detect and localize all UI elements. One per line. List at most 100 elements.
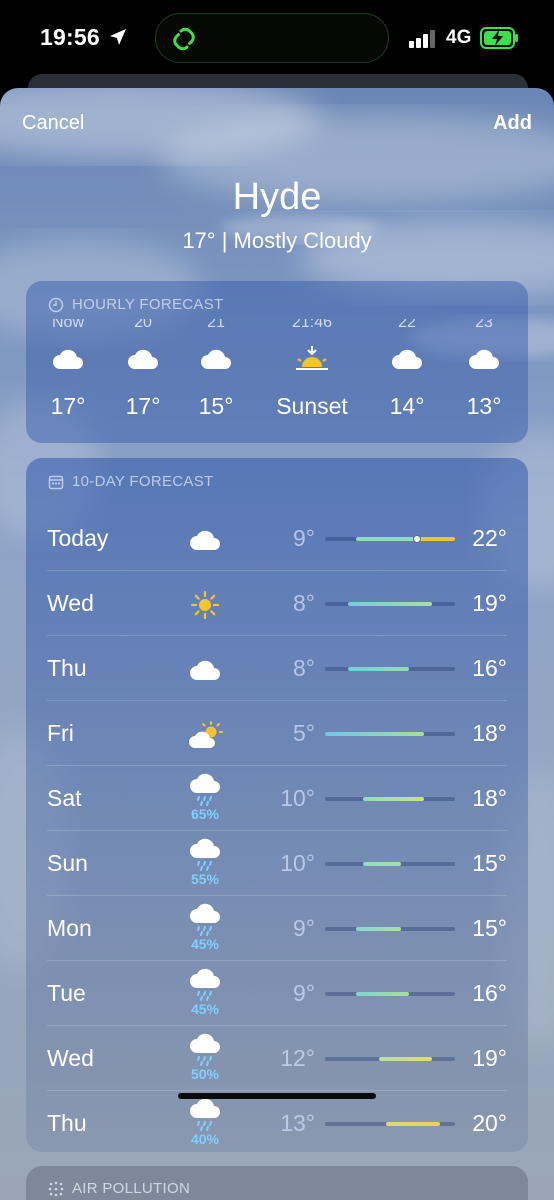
temp-range-bar [325,927,455,931]
day-row[interactable]: Sun 55% 10° 15° [47,831,507,896]
day-row[interactable]: Mon 45% 9° 15° [47,896,507,961]
air-pollution-card[interactable]: AIR POLLUTION [26,1166,528,1200]
low-temp: 10° [280,785,315,811]
precip-chance: 55% [190,871,220,887]
temp-range-bar [325,535,455,543]
sun-icon [179,587,231,623]
cloud-icon [103,337,183,381]
hourly-item: 23 13° [444,319,524,420]
ten-day-title-text: 10-DAY FORECAST [72,473,214,490]
day-name: Thu [47,1110,87,1136]
temp-range-bar [325,992,455,996]
high-temp: 15° [472,850,507,876]
day-row[interactable]: Thu 8° 16° [47,636,507,701]
temp-range-fill [355,992,410,996]
precip-chance: 45% [190,1001,220,1017]
weather-sheet: Cancel Add Hyde 17° | Mostly Cloudy HOUR… [0,88,554,1200]
high-temp: 19° [472,590,507,616]
cloud-icon [179,522,231,558]
day-weather: 45% [179,902,231,952]
day-name: Wed [47,590,94,616]
precip-chance: 65% [190,806,220,822]
temp-range-bar [325,797,455,801]
rain-icon [179,837,231,873]
hourly-title-text: HOURLY FORECAST [72,296,224,313]
add-button[interactable]: Add [493,112,532,135]
cloud-icon [367,337,447,381]
temp-range-fill [363,862,402,866]
link-icon [173,27,195,51]
day-weather [179,522,231,558]
day-weather: 40% [179,1097,231,1147]
network-type: 4G [446,27,472,48]
home-indicator[interactable] [178,1093,376,1099]
low-temp: 8° [293,655,315,681]
low-temp: 9° [293,980,315,1006]
current-conditions: 17° | Mostly Cloudy [182,228,372,253]
rain-icon [179,902,231,938]
day-row[interactable]: Fri 5° 18° [47,701,507,766]
hour-temp: 13° [466,393,502,419]
hour-time: 23 [475,319,493,331]
temp-range-fill [363,797,425,801]
cloud-icon [179,652,231,688]
dynamic-island[interactable] [155,13,389,63]
day-weather: 45% [179,967,231,1017]
status-time: 19:56 [40,24,100,50]
low-temp: 5° [293,720,315,746]
day-weather [179,652,231,688]
day-row[interactable]: Wed 8° 19° [47,571,507,636]
temp-range-fill [347,667,410,671]
temp-range-fill [386,1122,440,1126]
day-row[interactable]: Wed 50% 12° 19° [47,1026,507,1091]
high-temp: 16° [472,655,507,681]
temp-range-fill [378,1057,433,1061]
temp-range-fill [355,537,455,541]
ten-day-title: 10-DAY FORECAST [48,473,213,490]
hour-time: 20 [134,319,152,331]
day-name: Thu [47,655,87,681]
cancel-button[interactable]: Cancel [22,112,84,135]
status-bar: 19:56 4G [0,0,554,80]
cloud-icon [444,337,524,381]
hour-time: 22 [398,319,416,331]
day-row[interactable]: Thu 40% 13° 20° [47,1091,507,1152]
partly-sunny-icon [179,717,231,753]
day-name: Sat [47,785,82,811]
temp-range-bar [325,732,455,736]
ten-day-forecast-card[interactable]: 10-DAY FORECAST Today 9° 22° Wed 8° 19° Thu 8° 1… [26,458,528,1152]
rain-icon [179,967,231,1003]
day-name: Sun [47,850,88,876]
hour-temp: 14° [389,393,425,419]
day-row[interactable]: Today 9° 22° [47,506,507,571]
current-temp-marker [412,535,421,543]
hourly-item: 21 15° [176,319,256,420]
temp-range-bar [325,1122,455,1126]
low-temp: 10° [280,850,315,876]
hour-temp: 17° [50,393,86,419]
high-temp: 19° [472,1045,507,1071]
hourly-forecast-card[interactable]: HOURLY FORECAST Now 17° 20 17° 21 15° 21… [26,281,528,443]
day-name: Today [47,525,109,551]
low-temp: 8° [293,590,315,616]
clock-icon [48,297,64,312]
high-temp: 16° [472,980,507,1006]
day-weather: 65% [179,772,231,822]
temp-range-bar [325,862,455,866]
hour-time: Now [51,319,84,331]
hour-temp: 17° [125,393,161,419]
day-weather [179,587,231,623]
precip-chance: 40% [190,1131,220,1147]
day-row[interactable]: Tue 45% 9° 16° [47,961,507,1026]
temp-range-bar [325,1057,455,1061]
day-weather: 50% [179,1032,231,1082]
battery-charging-icon [480,27,518,49]
hour-time: 21 [207,319,225,331]
rain-icon [179,1032,231,1068]
sunset-icon [272,337,352,381]
particles-icon [48,1181,64,1196]
hour-time: 21:46 [291,319,333,331]
day-name: Mon [47,915,92,941]
temp-range-fill [325,732,425,736]
day-row[interactable]: Sat 65% 10° 18° [47,766,507,831]
